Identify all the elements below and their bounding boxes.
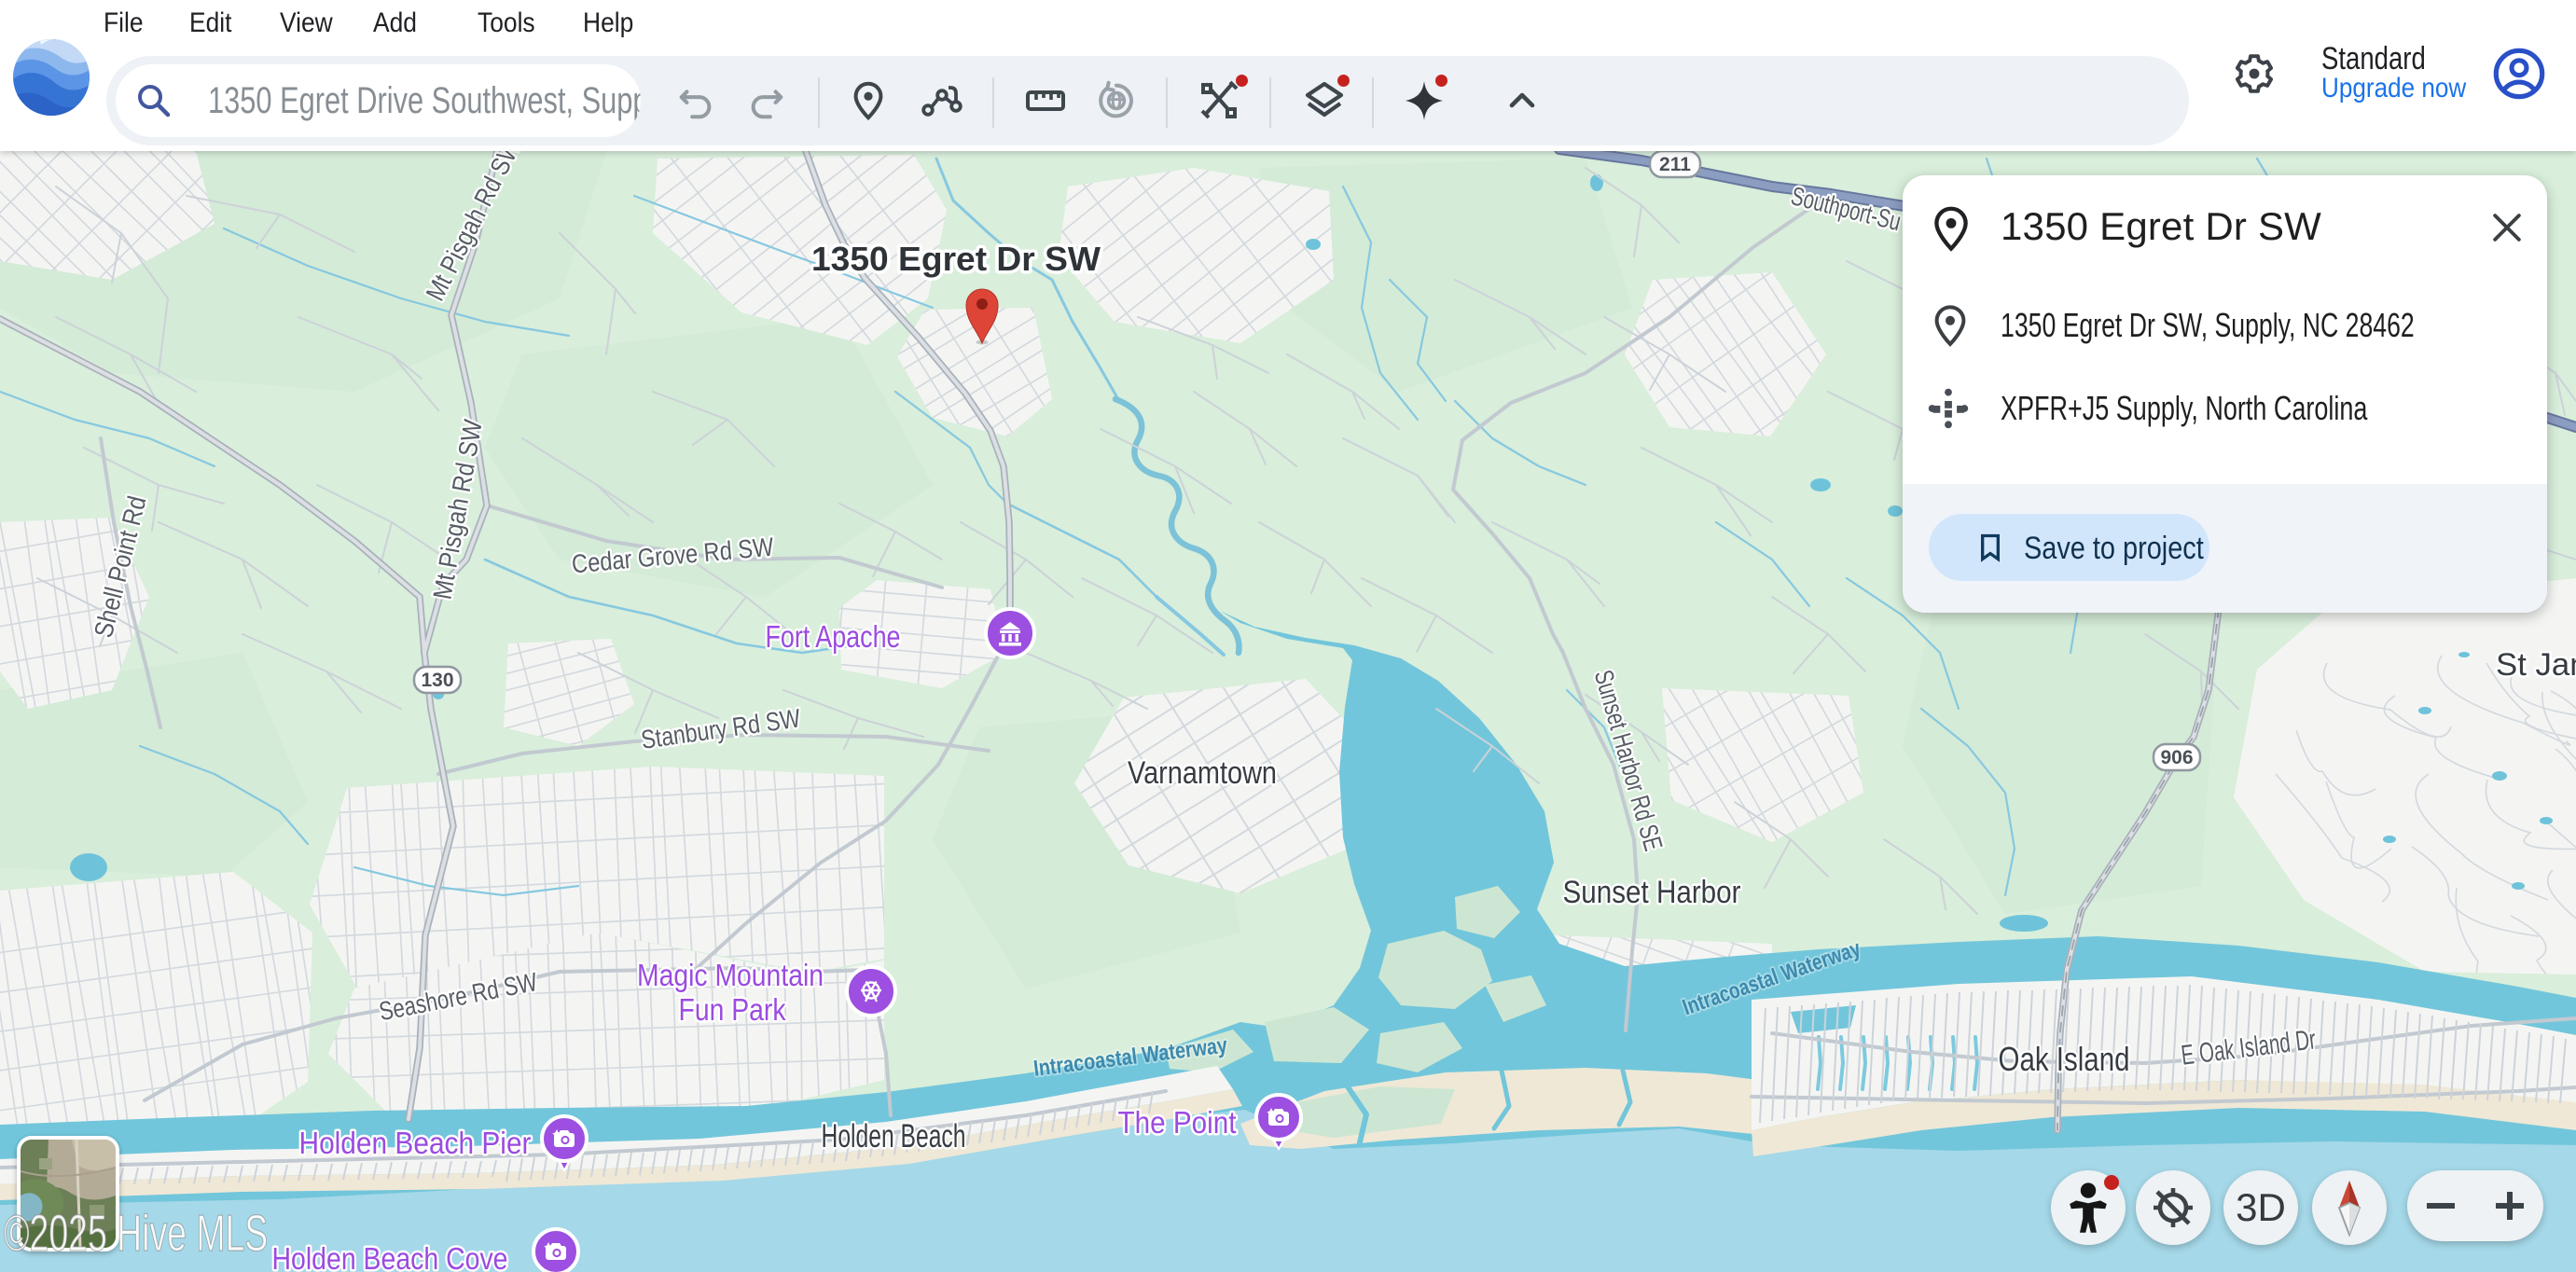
- svg-text:Sunset Harbor: Sunset Harbor: [1563, 875, 1741, 910]
- svg-text:1350 Egret Dr SW: 1350 Egret Dr SW: [811, 240, 1101, 278]
- svg-text:130: 130: [421, 670, 453, 691]
- svg-text:211: 211: [1659, 154, 1691, 175]
- svg-text:Magic Mountain: Magic Mountain: [637, 958, 824, 992]
- svg-text:The Point: The Point: [1118, 1105, 1237, 1140]
- svg-text:Fort Apache: Fort Apache: [766, 619, 901, 654]
- svg-text:Fun Park: Fun Park: [679, 992, 786, 1027]
- svg-text:Holden Beach Pier: Holden Beach Pier: [299, 1126, 532, 1160]
- svg-text:906: 906: [2160, 747, 2193, 768]
- svg-text:St James: St James: [2496, 647, 2576, 683]
- svg-text:Holden Beach: Holden Beach: [822, 1118, 966, 1154]
- svg-text:Varnamtown: Varnamtown: [1128, 755, 1277, 791]
- svg-text:Oak Island: Oak Island: [1999, 1040, 2130, 1078]
